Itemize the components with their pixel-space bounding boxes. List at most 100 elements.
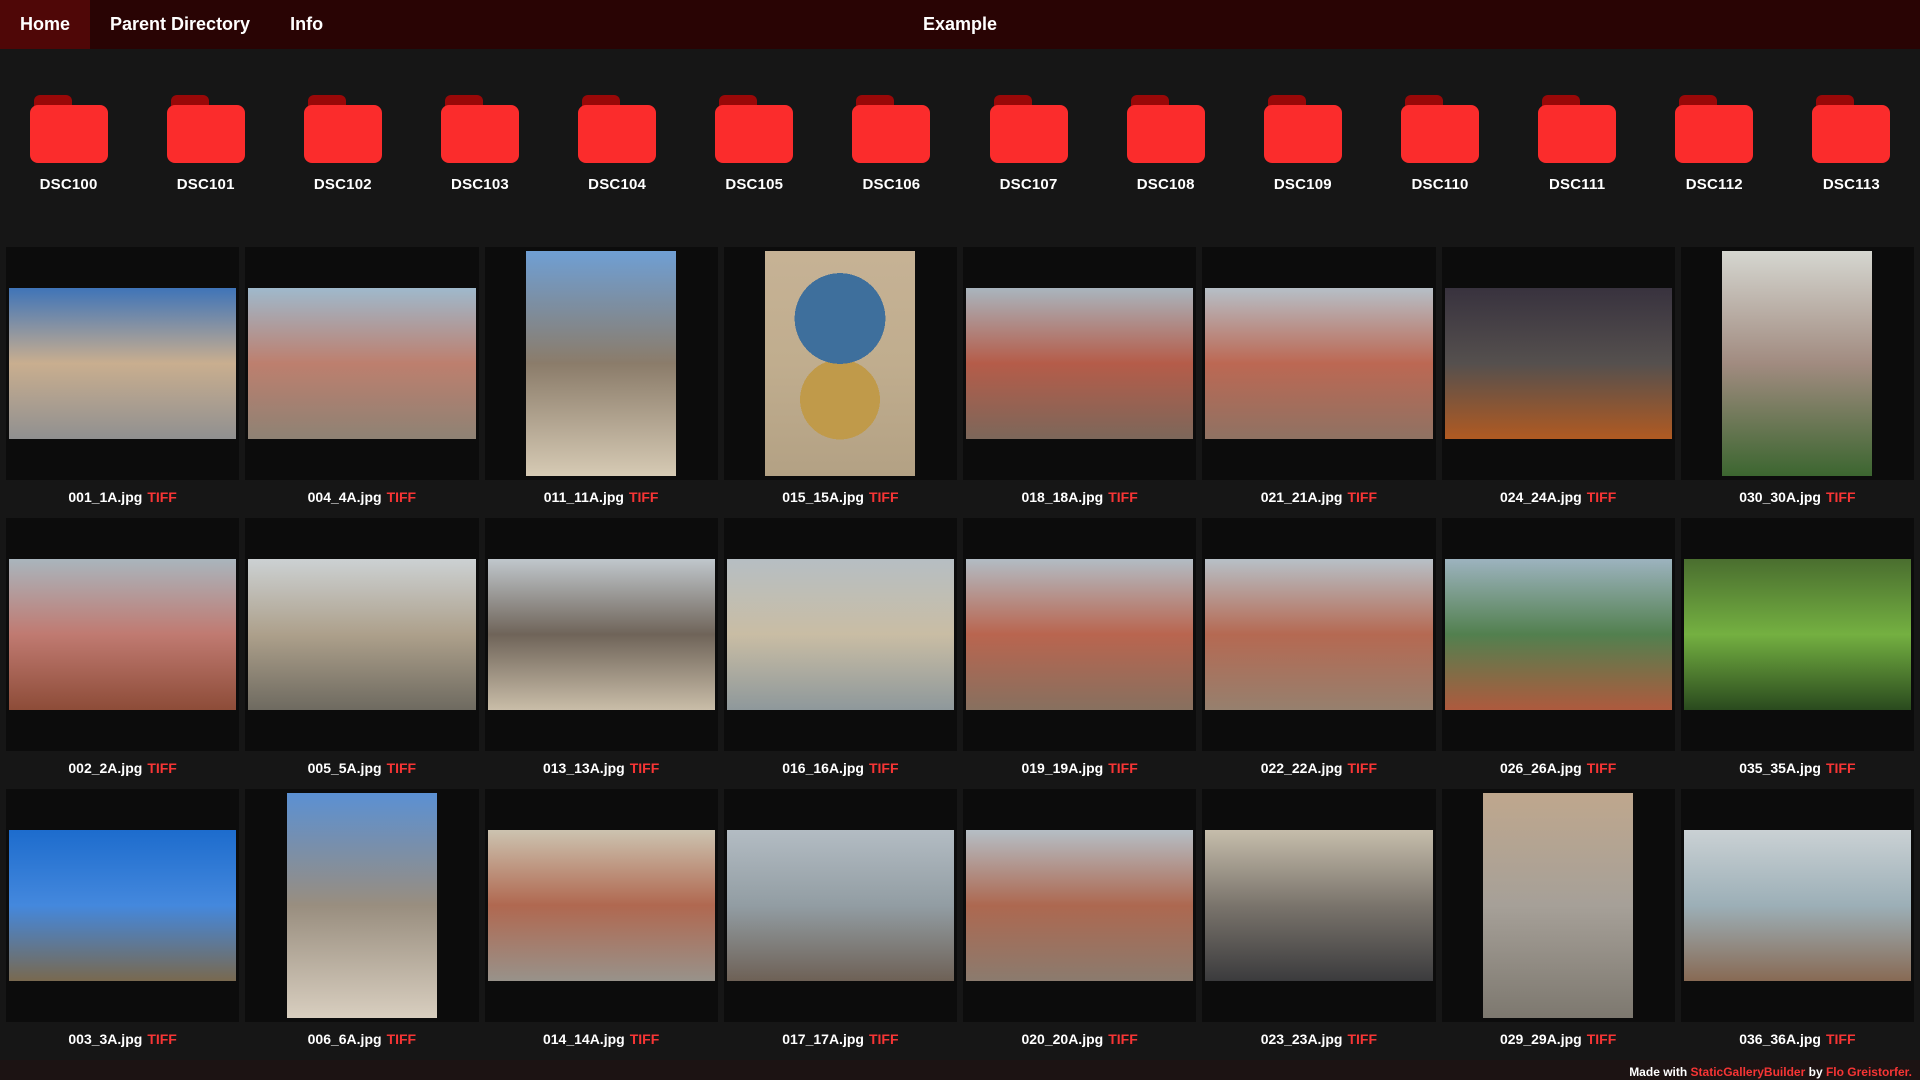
thumbnail-format-tag[interactable]: TIFF	[147, 1031, 177, 1047]
folder-item[interactable]: DSC110	[1371, 95, 1508, 193]
thumbnail-format-tag[interactable]: TIFF	[1347, 760, 1377, 776]
thumbnail-link[interactable]	[723, 518, 957, 751]
folder-label: DSC108	[1136, 176, 1195, 193]
static-gallery-builder-link[interactable]: StaticGalleryBuilder	[1691, 1065, 1806, 1079]
thumbnail-link[interactable]	[1441, 518, 1675, 751]
thumbnail-format-tag[interactable]: TIFF	[869, 489, 899, 505]
thumbnail-format-tag[interactable]: TIFF	[387, 489, 417, 505]
thumbnail-format-tag[interactable]: TIFF	[1826, 1031, 1856, 1047]
thumbnail-link[interactable]	[1441, 247, 1675, 480]
thumbnail-format-tag[interactable]: TIFF	[869, 760, 899, 776]
thumbnail-link[interactable]	[484, 789, 718, 1022]
thumbnail-format-tag[interactable]: TIFF	[1587, 489, 1617, 505]
folder-item[interactable]: DSC106	[823, 95, 960, 193]
thumbnail-link[interactable]	[963, 247, 1197, 480]
thumbnail-filename: 004_4A.jpg	[307, 489, 382, 505]
thumbnail-format-tag[interactable]: TIFF	[1826, 489, 1856, 505]
folder-item[interactable]: DSC104	[549, 95, 686, 193]
folder-label: DSC107	[999, 176, 1058, 193]
thumbnail-format-tag[interactable]: TIFF	[147, 489, 177, 505]
thumbnail-link[interactable]	[723, 247, 957, 480]
thumbnail-link[interactable]	[1441, 789, 1675, 1022]
nav-item-home[interactable]: Home	[0, 0, 91, 49]
thumbnail-format-tag[interactable]: TIFF	[1826, 760, 1856, 776]
thumbnail-caption: 017_17A.jpg TIFF	[724, 1031, 957, 1047]
thumbnail-format-tag[interactable]: TIFF	[1347, 489, 1377, 505]
folder-item[interactable]: DSC105	[686, 95, 823, 193]
folder-label: DSC106	[862, 176, 921, 193]
thumbnail-link[interactable]	[6, 789, 240, 1022]
thumbnail-link[interactable]	[1202, 518, 1436, 751]
folder-item[interactable]: DSC101	[137, 95, 274, 193]
thumbnail-link[interactable]	[1680, 789, 1914, 1022]
thumbnail-format-tag[interactable]: TIFF	[1347, 1031, 1377, 1047]
thumbnail-link[interactable]	[484, 247, 718, 480]
thumbnail-item: 035_35A.jpg TIFF	[1680, 518, 1914, 789]
thumbnail-link[interactable]	[245, 789, 479, 1022]
thumbnail-link[interactable]	[6, 518, 240, 751]
thumbnail-link[interactable]	[484, 518, 718, 751]
thumbnail-link[interactable]	[6, 247, 240, 480]
thumbnail-image	[248, 558, 476, 711]
thumbnail-image	[9, 558, 237, 711]
thumbnail-link[interactable]	[245, 518, 479, 751]
nav-item-info[interactable]: Info	[270, 0, 343, 49]
thumbnail-image	[1483, 793, 1634, 1018]
folder-item[interactable]: DSC113	[1783, 95, 1920, 193]
folder-item[interactable]: DSC100	[0, 95, 137, 193]
thumbnail-link[interactable]	[963, 789, 1197, 1022]
thumbnail-link[interactable]	[1202, 789, 1436, 1022]
thumbnail-format-tag[interactable]: TIFF	[629, 489, 659, 505]
folder-item[interactable]: DSC102	[274, 95, 411, 193]
folder-item[interactable]: DSC103	[411, 95, 548, 193]
nav-item-parent-directory[interactable]: Parent Directory	[90, 0, 270, 49]
footer-made-with: Made with	[1629, 1065, 1688, 1079]
thumbnail-format-tag[interactable]: TIFF	[1108, 489, 1138, 505]
thumbnail-link[interactable]	[1680, 518, 1914, 751]
thumbnail-link[interactable]	[723, 789, 957, 1022]
folder-item[interactable]: DSC108	[1097, 95, 1234, 193]
navbar: Home Parent Directory Info Example	[0, 0, 1920, 49]
folder-item[interactable]: DSC109	[1234, 95, 1371, 193]
thumbnail-format-tag[interactable]: TIFF	[1108, 760, 1138, 776]
folder-label: DSC103	[451, 176, 509, 193]
thumbnail-filename: 017_17A.jpg	[782, 1031, 864, 1047]
thumbnail-filename: 036_36A.jpg	[1739, 1031, 1821, 1047]
folder-item[interactable]: DSC107	[960, 95, 1097, 193]
thumbnail-filename: 026_26A.jpg	[1499, 760, 1582, 776]
folder-item[interactable]: DSC112	[1646, 95, 1783, 193]
folder-icon	[1675, 95, 1754, 163]
thumbnail-format-tag[interactable]: TIFF	[1587, 760, 1617, 776]
thumbnail-link[interactable]	[1202, 247, 1436, 480]
thumbnail-format-tag[interactable]: TIFF	[630, 1031, 660, 1047]
thumbnail-image	[966, 558, 1194, 711]
author-link[interactable]: Flo Greistorfer.	[1826, 1065, 1912, 1079]
folder-item[interactable]: DSC111	[1509, 95, 1646, 193]
thumbnail-filename: 020_20A.jpg	[1021, 1031, 1104, 1047]
folder-icon	[715, 95, 794, 163]
thumbnail-caption: 015_15A.jpg TIFF	[724, 489, 957, 505]
thumbnail-caption: 018_18A.jpg TIFF	[963, 489, 1196, 505]
thumbnail-item: 030_30A.jpg TIFF	[1680, 247, 1914, 518]
thumbnail-format-tag[interactable]: TIFF	[1587, 1031, 1617, 1047]
folder-icon	[303, 95, 382, 163]
thumbnail-caption: 035_35A.jpg TIFF	[1681, 760, 1914, 776]
thumbnail-link[interactable]	[245, 247, 479, 480]
folder-label: DSC109	[1273, 176, 1332, 193]
thumbnail-format-tag[interactable]: TIFF	[630, 760, 660, 776]
thumbnail-item: 019_19A.jpg TIFF	[963, 518, 1197, 789]
thumbnail-link[interactable]	[1680, 247, 1914, 480]
thumbnail-format-tag[interactable]: TIFF	[387, 1031, 417, 1047]
folder-label: DSC102	[313, 176, 372, 193]
thumbnail-image	[487, 829, 715, 982]
folder-icon	[1812, 95, 1891, 163]
thumbnail-format-tag[interactable]: TIFF	[387, 760, 417, 776]
thumbnail-caption: 014_14A.jpg TIFF	[485, 1031, 718, 1047]
thumbnail-link[interactable]	[963, 518, 1197, 751]
thumbnail-caption: 001_1A.jpg TIFF	[6, 489, 239, 505]
thumbnail-format-tag[interactable]: TIFF	[1108, 1031, 1138, 1047]
thumbnail-item: 001_1A.jpg TIFF	[6, 247, 240, 518]
thumbnail-item: 016_16A.jpg TIFF	[723, 518, 957, 789]
thumbnail-format-tag[interactable]: TIFF	[869, 1031, 899, 1047]
thumbnail-format-tag[interactable]: TIFF	[147, 760, 177, 776]
